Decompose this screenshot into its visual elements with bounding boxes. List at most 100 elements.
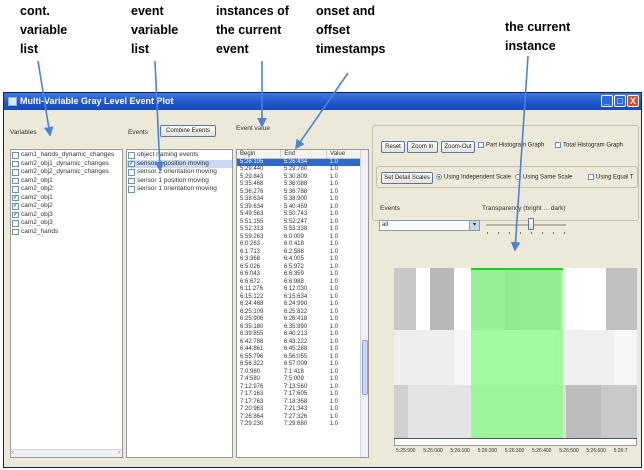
transparency-slider-track[interactable] bbox=[486, 224, 566, 226]
table-row[interactable]: 5:52:313 5:53:338 1.0 bbox=[237, 226, 361, 234]
table-row[interactable]: 6:42:788 6:43:222 1.0 bbox=[237, 339, 361, 347]
variable-item[interactable]: cam2_obj2_dynamic_changes bbox=[11, 168, 122, 177]
table-row[interactable]: 6:6:672 6:6:988 1.0 bbox=[237, 279, 361, 287]
table-row[interactable]: 6:0:263 6:0:418 1.0 bbox=[237, 241, 361, 249]
checkbox-icon[interactable] bbox=[12, 169, 19, 176]
column-header-end[interactable]: End bbox=[280, 150, 328, 159]
event-item[interactable]: sensor 1 orientation moving bbox=[127, 185, 232, 194]
table-row[interactable]: 6:5:026 6:5:972 1.0 bbox=[237, 264, 361, 272]
table-row[interactable]: 7:17:763 7:18:368 1.0 bbox=[237, 399, 361, 407]
event-table-scrollbar[interactable] bbox=[360, 150, 368, 457]
table-row[interactable]: 6:25:109 6:25:822 1.0 bbox=[237, 309, 361, 317]
table-row[interactable]: 5:39:634 5:40:459 1.0 bbox=[237, 204, 361, 212]
variable-item[interactable]: ✓ cam2_obj3 bbox=[11, 211, 122, 220]
table-row[interactable]: 6:44:861 6:45:288 1.0 bbox=[237, 346, 361, 354]
table-row[interactable]: 7:0:980 7:1:418 1.0 bbox=[237, 369, 361, 377]
checkbox-box[interactable] bbox=[555, 142, 561, 148]
checkbox-icon[interactable] bbox=[12, 177, 19, 184]
part-histogram-checkbox[interactable]: Part Histogram Graph bbox=[478, 142, 544, 149]
variable-item[interactable]: ✓ cam2_obj2 bbox=[11, 202, 122, 211]
column-header-value[interactable]: Value bbox=[326, 150, 361, 159]
table-row[interactable]: 5:29:843 5:30:809 1.0 bbox=[237, 174, 361, 182]
zoom-out-button[interactable]: Zoom-Out bbox=[441, 141, 475, 153]
table-row[interactable]: 5:59:263 6:0:009 1.0 bbox=[237, 234, 361, 242]
reset-button[interactable]: Reset bbox=[381, 141, 405, 153]
zoom-in-button[interactable]: Zoom In bbox=[407, 141, 438, 153]
table-row[interactable]: 6:11:276 6:12:030 1.0 bbox=[237, 286, 361, 294]
table-row[interactable]: 6:1:713 6:2:588 1.0 bbox=[237, 249, 361, 257]
table-row[interactable]: 6:39:855 6:40:213 1.0 bbox=[237, 331, 361, 339]
close-button[interactable]: X bbox=[627, 95, 639, 107]
table-row[interactable]: 7:26:864 7:27:326 1.0 bbox=[237, 414, 361, 422]
table-row[interactable]: 7:4:580 7:5:009 1.0 bbox=[237, 376, 361, 384]
checkbox-checked-icon[interactable]: ✓ bbox=[128, 160, 135, 167]
table-row[interactable]: 5:38:634 5:38:900 1.0 bbox=[237, 196, 361, 204]
event-label: sensor 1 orientation moving bbox=[137, 185, 217, 192]
event-item[interactable]: object naming events bbox=[127, 151, 232, 160]
variables-horizontal-scrollbar[interactable]: ‹ › bbox=[11, 449, 122, 457]
event-item[interactable]: sensor 1 position moving bbox=[127, 177, 232, 186]
checkbox-icon[interactable] bbox=[12, 220, 19, 227]
checkbox-checked-icon[interactable]: ✓ bbox=[12, 203, 19, 210]
table-row[interactable]: 6:56:322 6:57:009 1.0 bbox=[237, 361, 361, 369]
table-row[interactable]: 5:29:440 5:29:780 1.0 bbox=[237, 166, 361, 174]
total-histogram-checkbox[interactable]: Total Histogram Graph bbox=[555, 142, 623, 149]
checkbox-icon[interactable] bbox=[12, 160, 19, 167]
chevron-down-icon[interactable]: ▾ bbox=[469, 221, 479, 230]
event-item[interactable]: sensor 2 orientation moving bbox=[127, 168, 232, 177]
table-row[interactable]: 7:17:163 7:17:605 1.0 bbox=[237, 391, 361, 399]
variable-item[interactable]: cam2_obj1 bbox=[11, 177, 122, 186]
checkbox-box[interactable] bbox=[588, 174, 594, 180]
radio-icon[interactable] bbox=[515, 174, 521, 180]
table-row[interactable]: 5:49:563 5:50:743 1.0 bbox=[237, 211, 361, 219]
checkbox-icon[interactable] bbox=[12, 228, 19, 235]
table-row[interactable]: 5:26:105 5:26:434 1.0 bbox=[237, 158, 361, 166]
table-row[interactable]: 7:12:976 7:13:560 1.0 bbox=[237, 384, 361, 392]
set-detail-scales-button[interactable]: Set Detail Scales bbox=[381, 172, 433, 184]
variable-item[interactable]: cam2_obj1_dynamic_changes bbox=[11, 160, 122, 169]
checkbox-box[interactable] bbox=[478, 142, 484, 148]
checkbox-icon[interactable] bbox=[128, 169, 135, 176]
table-row[interactable]: 6:3:368 6:4:005 1.0 bbox=[237, 256, 361, 264]
table-row[interactable]: 6:35:180 6:35:890 1.0 bbox=[237, 324, 361, 332]
transparency-slider-thumb[interactable] bbox=[528, 218, 534, 230]
variable-item[interactable]: cam2_hands bbox=[11, 228, 122, 237]
title-bar[interactable]: Multi-Variable Gray Level Event Plot _ □… bbox=[4, 93, 641, 110]
scroll-right-icon[interactable]: › bbox=[118, 450, 120, 456]
checkbox-checked-icon[interactable]: ✓ bbox=[12, 194, 19, 201]
table-row[interactable]: 6:15:122 6:15:634 1.0 bbox=[237, 294, 361, 302]
checkbox-icon[interactable] bbox=[128, 186, 135, 193]
checkbox-icon[interactable] bbox=[128, 152, 135, 159]
table-row[interactable]: 6:55:796 6:56:055 1.0 bbox=[237, 354, 361, 362]
variable-item[interactable]: ✓ cam2_obj1 bbox=[11, 194, 122, 203]
checkbox-checked-icon[interactable]: ✓ bbox=[12, 211, 19, 218]
table-row[interactable]: 6:24:468 6:24:990 1.0 bbox=[237, 301, 361, 309]
table-row[interactable]: 5:35:468 5:36:088 1.0 bbox=[237, 181, 361, 189]
table-row[interactable]: 7:20:963 7:21:343 1.0 bbox=[237, 406, 361, 414]
column-header-begin[interactable]: Begin bbox=[237, 150, 282, 159]
table-row[interactable]: 6:6:043 6:6:359 1.0 bbox=[237, 271, 361, 279]
table-row[interactable]: 5:51:155 5:52:247 1.0 bbox=[237, 219, 361, 227]
variable-item[interactable]: cam2_obj3 bbox=[11, 219, 122, 228]
table-row[interactable]: 6:25:906 6:26:418 1.0 bbox=[237, 316, 361, 324]
variable-item[interactable]: cam1_hands_dynamic_changes bbox=[11, 151, 122, 160]
table-row[interactable]: 5:36:276 5:36:788 1.0 bbox=[237, 189, 361, 197]
checkbox-icon[interactable] bbox=[12, 152, 19, 159]
radio-selected-icon[interactable] bbox=[436, 174, 442, 180]
variable-item[interactable]: cam2_obj2 bbox=[11, 185, 122, 194]
maximize-button[interactable]: □ bbox=[614, 95, 626, 107]
combine-events-button[interactable]: Combine Events bbox=[160, 125, 216, 137]
checkbox-icon[interactable] bbox=[12, 186, 19, 193]
checkbox-icon[interactable] bbox=[128, 177, 135, 184]
independent-scale-radio[interactable]: Using Independent Scale bbox=[436, 174, 511, 181]
table-row[interactable]: 7:29:230 7:29:680 1.0 bbox=[237, 421, 361, 429]
minimize-button[interactable]: _ bbox=[601, 95, 613, 107]
cell-value: 1.0 bbox=[329, 286, 338, 292]
cell-end: 6:43:222 bbox=[283, 338, 308, 345]
using-equal-checkbox[interactable]: Using Equal T bbox=[588, 174, 634, 181]
events-select[interactable]: all ▾ bbox=[379, 220, 480, 231]
same-scale-radio[interactable]: Using Same Scale bbox=[515, 174, 572, 181]
event-table-scroll-thumb[interactable] bbox=[362, 340, 368, 395]
scroll-left-icon[interactable]: ‹ bbox=[12, 450, 14, 456]
event-item[interactable]: ✓ sensor 2 position moving bbox=[127, 159, 232, 168]
